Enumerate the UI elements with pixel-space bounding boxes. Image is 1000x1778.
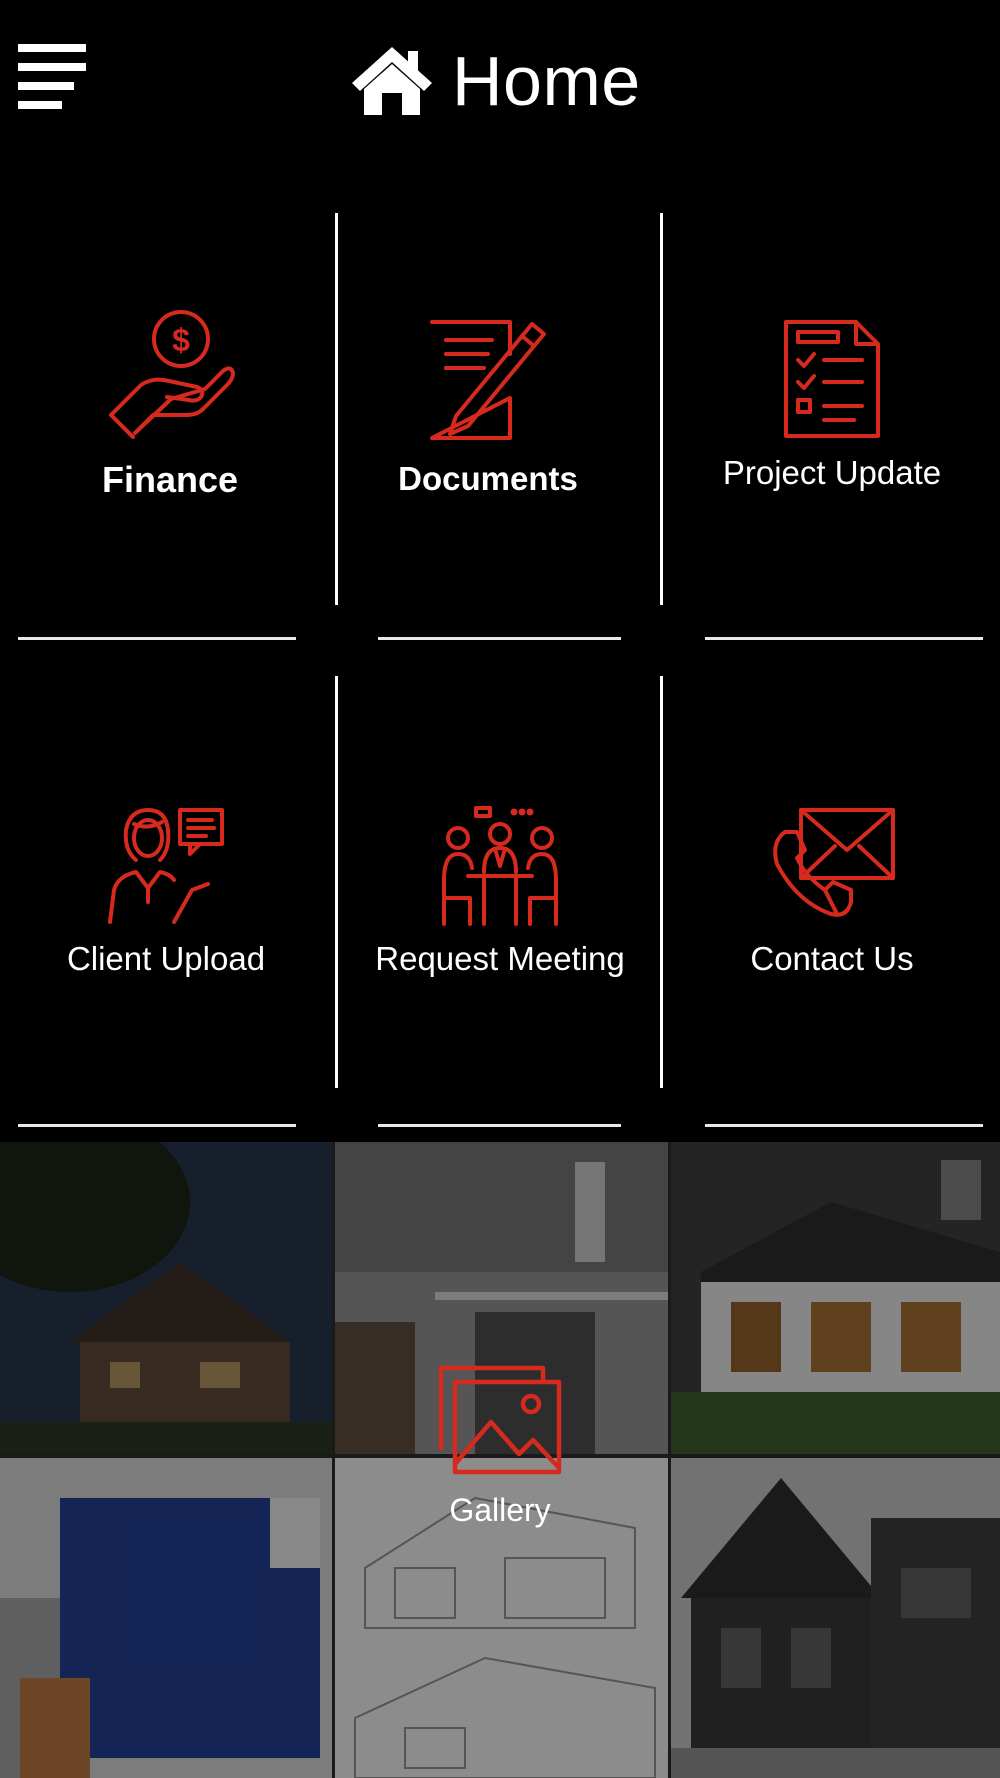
document-pencil-icon (430, 320, 546, 440)
tile-label: Documents (398, 460, 578, 497)
tile-documents[interactable]: Documents (378, 318, 598, 498)
tile-label: Project Update (722, 454, 942, 491)
grid-divider (660, 676, 663, 1088)
gallery-banner[interactable]: Gallery (0, 1142, 1000, 1778)
tile-label: Client Upload (66, 940, 266, 977)
tile-label: Request Meeting (375, 940, 625, 977)
home-icon (352, 47, 432, 115)
page-title: Home (452, 42, 641, 120)
woman-chat-icon (108, 808, 224, 924)
tile-request-meeting[interactable]: Request Meeting (375, 806, 625, 978)
grid-divider (335, 676, 338, 1088)
checklist-icon (784, 320, 880, 438)
grid-divider (335, 213, 338, 605)
gallery-center: Gallery (430, 1364, 570, 1529)
grid-divider (18, 1124, 296, 1127)
grid-divider (705, 1124, 983, 1127)
tile-contact-us[interactable]: Contact Us (722, 806, 942, 978)
app-header: Home (0, 0, 1000, 160)
grid-divider (705, 637, 983, 640)
tile-project-update[interactable]: Project Update (722, 318, 942, 492)
tile-label: Contact Us (750, 940, 914, 977)
menu-button[interactable] (18, 44, 88, 114)
gallery-label: Gallery (449, 1492, 551, 1528)
page-title-group: Home (350, 36, 641, 126)
tile-client-upload[interactable]: Client Upload (56, 806, 276, 978)
hand-coin-icon: $ (109, 310, 235, 439)
tile-label: Finance (101, 459, 239, 500)
grid-divider (378, 637, 621, 640)
tile-finance[interactable]: $ Finance (60, 305, 280, 501)
meeting-icon (442, 806, 558, 926)
phone-envelope-icon (773, 808, 895, 917)
svg-text:$: $ (172, 322, 190, 358)
hamburger-menu-icon (18, 44, 86, 109)
gallery-icon (438, 1365, 562, 1475)
grid-divider (660, 213, 663, 605)
grid-divider (18, 637, 296, 640)
grid-divider (378, 1124, 621, 1127)
